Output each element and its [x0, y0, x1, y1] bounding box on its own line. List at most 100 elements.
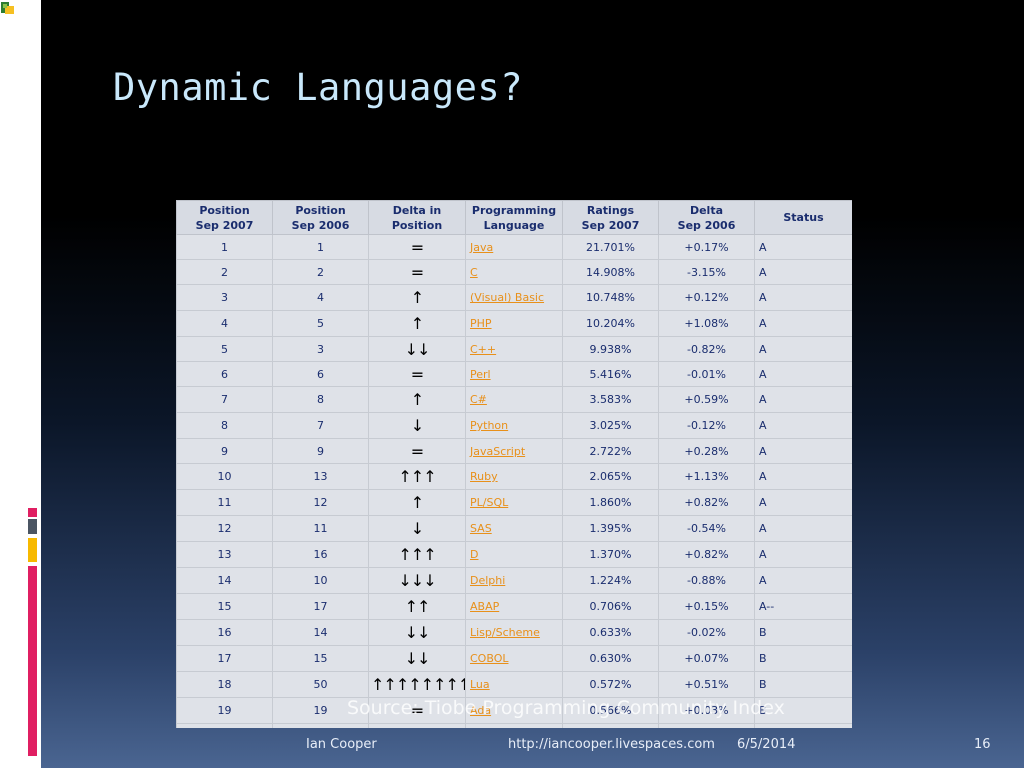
- position-2007-cell: 6: [176, 361, 273, 387]
- delta-rating-cell: +0.59%: [658, 386, 755, 413]
- table-row: 6 6 = Perl 5.416% -0.01% A: [176, 361, 852, 387]
- column-header-line1: Delta in: [392, 203, 442, 217]
- delta-rating-cell: -0.02%: [658, 619, 755, 646]
- language-link[interactable]: (Visual) Basic: [470, 291, 544, 304]
- language-link[interactable]: Lisp/Scheme: [470, 626, 540, 639]
- position-2006-cell: 17: [272, 593, 369, 620]
- delta-position-cell: ↑: [368, 723, 466, 728]
- delta-rating-cell: +1.08%: [658, 310, 755, 337]
- status-cell: A: [754, 463, 852, 490]
- delta-rating-cell: +0.17%: [658, 234, 755, 260]
- delta-rating-cell: +1.13%: [658, 463, 755, 490]
- position-2006-cell: 4: [272, 284, 369, 311]
- column-header: Delta Sep 2006: [658, 200, 755, 235]
- table-row: 15 17 ↑↑ ABAP 0.706% +0.15% A--: [176, 593, 852, 620]
- language-link[interactable]: C: [470, 266, 478, 279]
- rating-cell: 0.633%: [562, 619, 659, 646]
- position-2006-cell: 14: [272, 619, 369, 646]
- tiobe-ranking-table: Position Sep 2007 Position Sep 2006 Delta in…: [176, 200, 852, 728]
- language-cell: D: [465, 541, 563, 568]
- position-2007-cell: 19: [176, 697, 273, 724]
- table-row: 11 12 ↑ PL/SQL 1.860% +0.82% A: [176, 489, 852, 516]
- language-cell: PHP: [465, 310, 563, 337]
- position-2007-cell: 4: [176, 310, 273, 337]
- column-header: Status: [754, 200, 852, 235]
- delta-rating-cell: +0.28%: [658, 438, 755, 464]
- position-2006-cell: 50: [272, 671, 369, 698]
- position-2007-cell: 16: [176, 619, 273, 646]
- tiobe-table-container: Position Sep 2007 Position Sep 2006 Delta in…: [176, 200, 852, 728]
- delta-rating-cell: -0.01%: [658, 361, 755, 387]
- column-header: Delta in Position: [368, 200, 466, 235]
- language-cell: JavaScript: [465, 438, 563, 464]
- table-row: 5 3 ↓↓ C++ 9.938% -0.82% A: [176, 336, 852, 362]
- delta-rating-cell: -0.82%: [658, 336, 755, 362]
- language-cell: Ruby: [465, 463, 563, 490]
- status-cell: A: [754, 361, 852, 387]
- position-2007-cell: 17: [176, 645, 273, 672]
- position-2007-cell: 9: [176, 438, 273, 464]
- language-link[interactable]: PL/SQL: [470, 496, 508, 509]
- delta-rating-cell: -0.12%: [658, 412, 755, 439]
- language-link[interactable]: Java: [470, 241, 493, 254]
- rating-cell: 0.478%: [562, 723, 659, 728]
- language-cell: PL/SQL: [465, 489, 563, 516]
- position-2007-cell: 18: [176, 671, 273, 698]
- language-cell: Fortran: [465, 723, 563, 728]
- delta-position-cell: ↓↓: [368, 645, 466, 672]
- table-row: 8 7 ↓ Python 3.025% -0.12% A: [176, 412, 852, 439]
- delta-rating-cell: +0.51%: [658, 671, 755, 698]
- footer-url[interactable]: http://iancooper.livespaces.com: [508, 737, 715, 752]
- language-link[interactable]: D: [470, 548, 478, 561]
- position-2006-cell: 10: [272, 567, 369, 594]
- status-cell: A: [754, 541, 852, 568]
- position-2006-cell: 2: [272, 259, 369, 285]
- language-link[interactable]: C++: [470, 343, 496, 356]
- language-link[interactable]: C#: [470, 393, 487, 406]
- status-cell: A: [754, 386, 852, 413]
- table-row: 3 4 ↑ (Visual) Basic 10.748% +0.12% A: [176, 284, 852, 311]
- column-header-line1: Status: [783, 211, 824, 224]
- language-link[interactable]: Ruby: [470, 470, 498, 483]
- position-2006-cell: 1: [272, 234, 369, 260]
- rating-cell: 0.630%: [562, 645, 659, 672]
- rating-cell: 1.370%: [562, 541, 659, 568]
- language-link[interactable]: PHP: [470, 317, 492, 330]
- language-cell: Perl: [465, 361, 563, 387]
- accent-gray: [28, 519, 37, 534]
- status-cell: A: [754, 259, 852, 285]
- status-cell: A: [754, 336, 852, 362]
- delta-position-cell: =: [368, 361, 466, 387]
- left-sidebar: [0, 0, 41, 768]
- delta-rating-cell: +0.08%: [658, 723, 755, 728]
- language-link[interactable]: SAS: [470, 522, 492, 535]
- language-cell: C#: [465, 386, 563, 413]
- column-header-line1: Delta: [689, 203, 724, 217]
- app-icon[interactable]: [0, 0, 16, 16]
- language-cell: Lua: [465, 671, 563, 698]
- table-row: 2 2 = C 14.908% -3.15% A: [176, 259, 852, 285]
- language-link[interactable]: Python: [470, 419, 508, 432]
- language-link[interactable]: Delphi: [470, 574, 505, 587]
- position-2007-cell: 14: [176, 567, 273, 594]
- position-2007-cell: 11: [176, 489, 273, 516]
- language-link[interactable]: JavaScript: [470, 445, 525, 458]
- footer-author: Ian Cooper: [306, 737, 377, 752]
- language-link[interactable]: COBOL: [470, 652, 508, 665]
- status-cell: A--: [754, 593, 852, 620]
- position-2006-cell: 8: [272, 386, 369, 413]
- language-cell: COBOL: [465, 645, 563, 672]
- table-row: 17 15 ↓↓ COBOL 0.630% +0.07% B: [176, 645, 852, 672]
- column-header-line2: Sep 2006: [677, 218, 736, 232]
- position-2007-cell: 2: [176, 259, 273, 285]
- delta-position-cell: ↑: [368, 489, 466, 516]
- language-link[interactable]: Lua: [470, 678, 490, 691]
- language-link[interactable]: ABAP: [470, 600, 499, 613]
- rating-cell: 21.701%: [562, 234, 659, 260]
- delta-position-cell: ↑: [368, 310, 466, 337]
- rating-cell: 1.395%: [562, 515, 659, 542]
- language-link[interactable]: Perl: [470, 368, 491, 381]
- position-2007-cell: 15: [176, 593, 273, 620]
- status-cell: A: [754, 284, 852, 311]
- delta-position-cell: ↑↑↑↑↑↑↑↑↑↑↑: [368, 671, 466, 698]
